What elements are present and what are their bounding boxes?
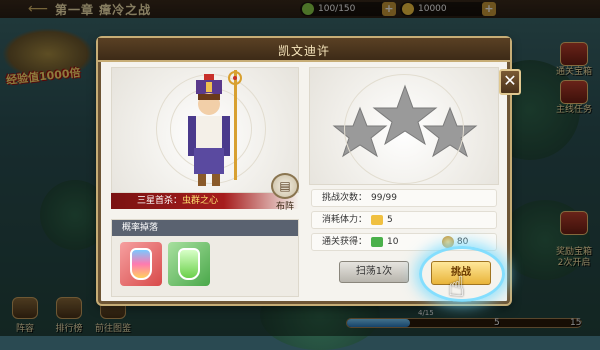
boss-character-image [188, 70, 242, 186]
dialog-title-bar: 凯文迪许 [98, 38, 510, 62]
drop-header: 概率掉落 [112, 220, 298, 236]
drop-item-rainbow-potion[interactable] [120, 242, 162, 286]
stage-dialog: 凯文迪许 ✕ 三星首杀：虫群之心 ▤ 布阵 概率掉落 挑战次数： 99/99 消… [98, 38, 521, 304]
formation-icon: ▤ [271, 173, 299, 199]
potion-icon [130, 248, 152, 280]
potion-icon [178, 248, 200, 280]
challenge-count-row: 挑战次数： 99/99 [311, 189, 497, 207]
star-rating-panel [309, 67, 499, 185]
drop-item-green-potion[interactable] [168, 242, 210, 286]
close-button[interactable]: ✕ [499, 69, 521, 95]
sweep-once-button[interactable]: 扫荡1次 [339, 261, 409, 283]
dialog-title: 凯文迪许 [277, 44, 330, 58]
stamina-cost-row: 消耗体力： 5 [311, 211, 497, 229]
exp-icon [371, 236, 384, 247]
tutorial-hand-icon: ☝ [448, 270, 466, 303]
lightning-icon [371, 214, 384, 225]
formation-button[interactable]: ▤ 布阵 [267, 173, 303, 212]
drop-panel: 概率掉落 [111, 219, 299, 297]
